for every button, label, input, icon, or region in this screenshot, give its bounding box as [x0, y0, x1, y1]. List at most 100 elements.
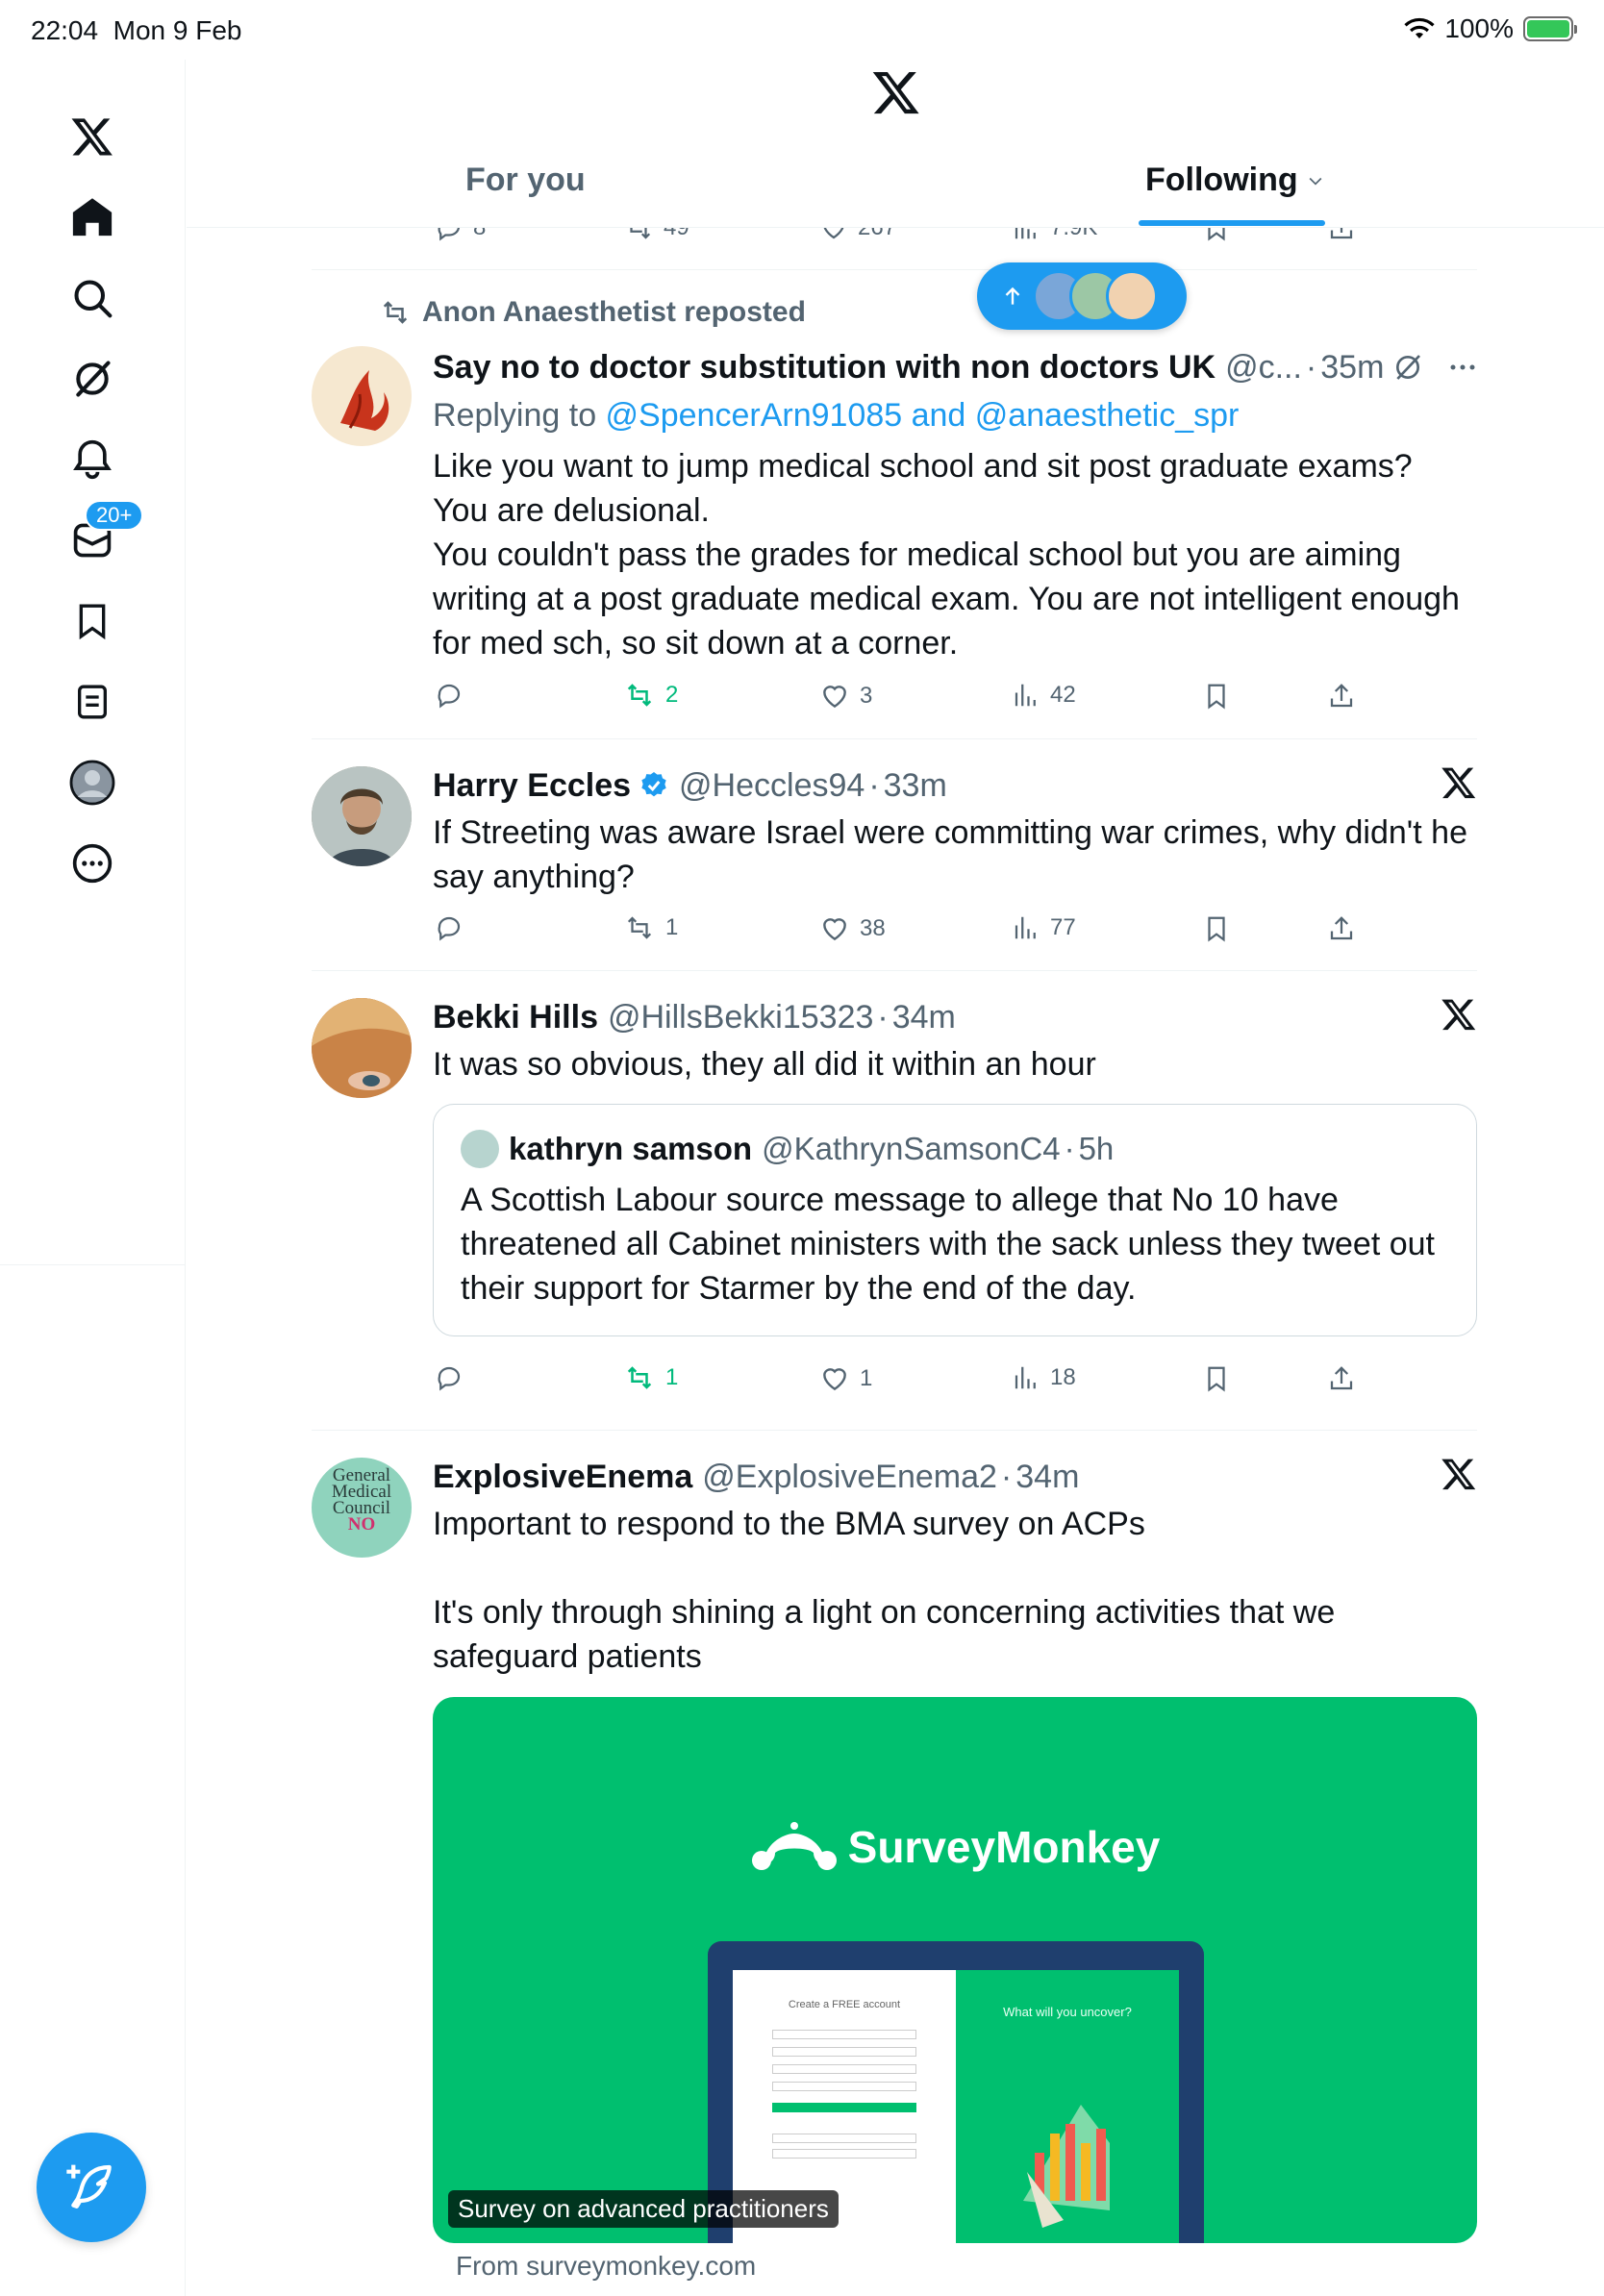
dot-separator: ·	[1064, 1131, 1075, 1166]
views-button[interactable]: 18	[1012, 1363, 1076, 1392]
chevron-down-icon	[1309, 177, 1322, 186]
tweet-time[interactable]: 34m	[1015, 1456, 1079, 1498]
sidebar-divider	[0, 1264, 186, 1265]
author-name[interactable]: Bekki Hills	[433, 996, 598, 1038]
heart-icon	[823, 1368, 846, 1391]
search-icon[interactable]	[63, 269, 121, 327]
tweet-header: Harry Eccles @Heccles94 · 33m	[433, 764, 1477, 807]
promo-panel: What will you uncover?	[956, 1970, 1179, 2243]
reply-button[interactable]	[435, 681, 464, 710]
avatar[interactable]	[312, 346, 412, 446]
repost-button[interactable]: 1	[623, 1363, 678, 1392]
share-icon	[1330, 916, 1353, 940]
tab-following[interactable]: Following	[1145, 162, 1325, 199]
verified-badge-icon	[641, 772, 666, 797]
repost-icon	[627, 1366, 652, 1389]
x-logo-icon	[1441, 764, 1477, 806]
more-options-icon[interactable]	[1448, 353, 1477, 382]
tweet-text: Important to respond to the BMA survey o…	[433, 1506, 1336, 1675]
reply-button[interactable]	[435, 1363, 464, 1392]
bookmark-button[interactable]	[1202, 1363, 1231, 1394]
new-post-avatar	[1106, 270, 1158, 322]
card-caption: Survey on advanced practitioners	[448, 2190, 839, 2228]
replying-to-link[interactable]: @SpencerArn91085 and @anaesthetic_spr	[606, 397, 1240, 434]
like-button[interactable]: 38	[819, 913, 886, 944]
share-button[interactable]	[1327, 913, 1356, 944]
quoted-author-handle: @KathrynSamsonC4	[762, 1131, 1061, 1166]
author-name[interactable]: Say no to doctor substitution with non d…	[433, 346, 1216, 388]
reply-icon	[438, 1366, 461, 1391]
dot-separator: ·	[1305, 349, 1317, 386]
card-source[interactable]: From surveymonkey.com	[456, 2251, 756, 2282]
tweet-divider	[312, 738, 1477, 739]
share-button[interactable]	[1327, 681, 1356, 711]
tweet-action-bar: 2 3 42	[435, 681, 1358, 719]
like-button[interactable]: 1	[819, 1363, 872, 1394]
share-button[interactable]	[1327, 1363, 1356, 1394]
bookmark-button[interactable]	[1202, 913, 1231, 944]
bookmark-icon	[1208, 684, 1225, 710]
tweet[interactable]: Harry Eccles @Heccles94 · 33m If Streeti…	[312, 764, 1477, 937]
tweet-action-bar: 1 38 77	[435, 913, 1358, 952]
like-button[interactable]: 3	[819, 681, 872, 711]
active-tab-indicator	[1139, 220, 1325, 226]
tweet-header: ExplosiveEnema @ExplosiveEnema2 · 34m	[433, 1456, 1477, 1498]
more-icon[interactable]	[63, 835, 121, 892]
link-card[interactable]: SurveyMonkey Create a FREE account What …	[433, 1697, 1477, 2243]
heart-icon	[823, 918, 846, 941]
views-button[interactable]: 77	[1012, 913, 1076, 942]
author-handle[interactable]: @Heccles94	[679, 764, 865, 807]
views-button[interactable]: 42	[1012, 681, 1076, 710]
compose-feather-icon	[66, 2164, 112, 2209]
compose-post-button[interactable]	[37, 2133, 146, 2242]
tweet-text: Like you want to jump medical school and…	[433, 448, 1460, 661]
lists-icon[interactable]	[63, 673, 121, 731]
tweet-time[interactable]: 33m	[884, 764, 947, 807]
repost-icon	[627, 916, 652, 939]
heart-icon	[823, 686, 846, 709]
reply-icon	[438, 916, 461, 941]
views-icon	[1015, 916, 1036, 939]
repost-icon	[627, 684, 652, 707]
timeline-header: For you Following	[187, 60, 1604, 228]
author-name[interactable]: Harry Eccles	[433, 764, 631, 807]
tab-for-you[interactable]: For you	[465, 162, 586, 199]
grok-icon[interactable]	[1392, 352, 1423, 383]
repost-button[interactable]: 1	[623, 913, 678, 942]
bookmarks-icon[interactable]	[63, 592, 121, 650]
author-handle[interactable]: @ExplosiveEnema2	[702, 1456, 997, 1498]
tweet-time[interactable]: 34m	[892, 996, 956, 1038]
repost-button[interactable]: 2	[623, 681, 678, 710]
tweet[interactable]: Bekki Hills @HillsBekki15323 · 34m It wa…	[312, 996, 1477, 1400]
sidebar	[0, 60, 186, 2296]
x-logo-icon	[871, 67, 921, 122]
home-icon[interactable]	[63, 188, 121, 246]
quoted-tweet[interactable]: kathryn samson @KathrynSamsonC4 · 5h A S…	[433, 1104, 1477, 1336]
avatar[interactable]	[312, 766, 412, 866]
tweet-time[interactable]: 35m	[1320, 346, 1384, 388]
views-icon	[1015, 684, 1036, 707]
dot-separator: ·	[877, 999, 889, 1036]
author-name[interactable]: ExplosiveEnema	[433, 1456, 692, 1498]
reply-button[interactable]	[435, 913, 464, 942]
bar-chart-illustration-icon	[1023, 2105, 1110, 2228]
author-handle[interactable]: @c...	[1225, 346, 1302, 388]
avatar[interactable]: General Medical Council NO	[312, 1458, 412, 1558]
new-posts-pill[interactable]	[977, 262, 1187, 330]
grok-icon[interactable]	[63, 350, 121, 408]
author-handle[interactable]: @HillsBekki15323	[608, 996, 873, 1038]
share-icon	[1330, 684, 1353, 708]
arrow-up-icon	[1005, 287, 1020, 305]
profile-avatar-icon[interactable]	[63, 754, 121, 811]
bookmark-button[interactable]	[1202, 681, 1231, 711]
repost-indicator: Anon Anaesthetist reposted	[380, 296, 806, 329]
surveymonkey-logo: SurveyMonkey	[433, 1820, 1477, 1874]
timeline-feed: 8 49 267 7.9K Anon Anaesthetist reposted	[187, 0, 1604, 2296]
notifications-bell-icon[interactable]	[63, 431, 121, 488]
tweet-text: If Streeting was aware Israel were commi…	[433, 814, 1467, 895]
x-logo-icon[interactable]	[63, 108, 121, 165]
avatar[interactable]	[312, 998, 412, 1098]
tweet[interactable]: General Medical Council NO ExplosiveEnem…	[312, 1456, 1477, 2296]
bookmark-icon	[1208, 1366, 1225, 1392]
views-icon	[1015, 1366, 1036, 1389]
